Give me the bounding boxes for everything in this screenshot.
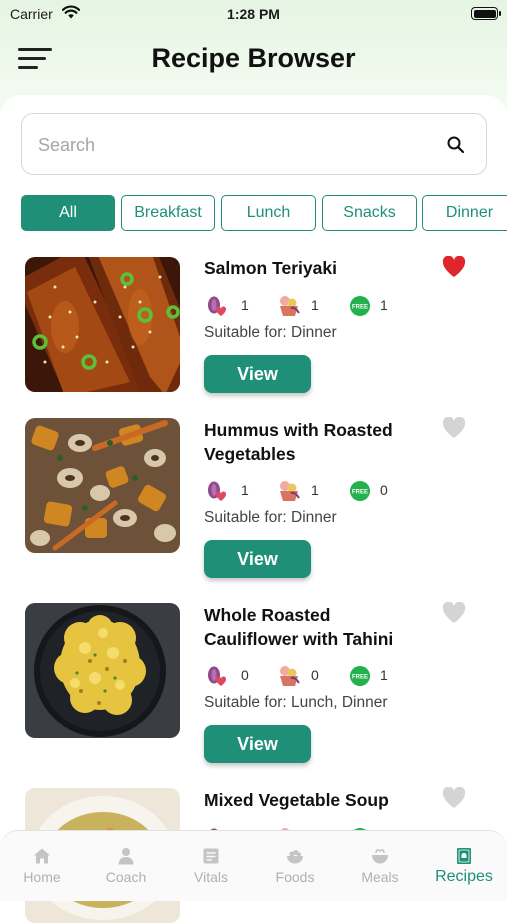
- home-icon: [34, 848, 50, 864]
- stat-value: 1: [241, 482, 249, 498]
- free-badge-text: FREE: [352, 675, 368, 681]
- tab-label: Vitals: [194, 869, 228, 885]
- page-title: Recipe Browser: [151, 43, 356, 73]
- stat-value: 1: [241, 297, 249, 313]
- free-badge-icon: FREE: [350, 666, 370, 686]
- tab-label: Home: [23, 869, 61, 885]
- recipe-title: Mixed Vegetable Soup: [204, 790, 389, 810]
- search-input[interactable]: [36, 128, 440, 162]
- tab-recipes[interactable]: Recipes: [422, 831, 506, 901]
- view-button[interactable]: View: [204, 540, 311, 578]
- free-badge-icon: FREE: [350, 481, 370, 501]
- bean-heart-icon: [208, 481, 227, 501]
- suitable-for-text: Suitable for: Lunch, Dinner: [204, 694, 388, 711]
- battery-icon: [471, 7, 501, 20]
- recipe-title: Whole Roasted Cauliflower with Tahini: [204, 605, 394, 649]
- tab-home[interactable]: Home: [0, 831, 84, 901]
- stat-value: 0: [380, 482, 388, 498]
- recipe-stats: 1 1 FREE 0: [205, 479, 425, 503]
- search-bar: [21, 113, 487, 175]
- search-icon[interactable]: [446, 135, 466, 155]
- status-bar: Carrier 1:28 PM: [0, 0, 507, 30]
- filter-chip-dinner[interactable]: Dinner: [422, 195, 507, 231]
- person-icon: [118, 848, 134, 865]
- recipe-title: Hummus with Roasted Vegetables: [204, 420, 393, 464]
- free-badge-icon: FREE: [350, 296, 370, 316]
- bean-heart-icon: [208, 666, 227, 686]
- food-basket-icon: [280, 666, 300, 686]
- bean-heart-icon: [208, 296, 227, 316]
- meal-icon: [372, 849, 388, 864]
- stat-value: 1: [380, 297, 388, 313]
- stat-value: 1: [311, 297, 319, 313]
- heart-filled-icon[interactable]: [442, 256, 466, 278]
- food-basket-icon: [280, 481, 300, 501]
- free-badge-text: FREE: [352, 305, 368, 311]
- status-time: 1:28 PM: [227, 6, 280, 22]
- tab-label: Recipes: [435, 868, 493, 885]
- food-basket-icon: [280, 296, 300, 316]
- view-button[interactable]: View: [204, 355, 311, 393]
- filter-chip-all[interactable]: All: [21, 195, 115, 231]
- tab-vitals[interactable]: Vitals: [169, 831, 253, 901]
- stat-value: 1: [380, 667, 388, 683]
- recipe-image-salmon-teriyaki[interactable]: [25, 257, 180, 392]
- stat-value: 0: [241, 667, 249, 683]
- recipe-stats: 0 0 FREE 1: [205, 664, 425, 688]
- heart-outline-icon[interactable]: [442, 787, 466, 809]
- filter-chip-snacks[interactable]: Snacks: [322, 195, 417, 231]
- bottom-tab-bar: Home Coach Vitals Foods Meals Recipes: [0, 830, 507, 901]
- filter-chip-breakfast[interactable]: Breakfast: [121, 195, 215, 231]
- suitable-for-text: Suitable for: Dinner: [204, 324, 337, 341]
- free-badge-text: FREE: [352, 490, 368, 496]
- view-button[interactable]: View: [204, 725, 311, 763]
- recipe-image-roasted-cauliflower[interactable]: [25, 603, 180, 738]
- stat-value: 0: [311, 667, 319, 683]
- suitable-for-text: Suitable for: Dinner: [204, 509, 337, 526]
- tab-meals[interactable]: Meals: [338, 831, 422, 901]
- heart-outline-icon[interactable]: [442, 602, 466, 624]
- recipe-image-hummus-roasted-vegetables[interactable]: [25, 418, 180, 553]
- filter-chip-lunch[interactable]: Lunch: [221, 195, 316, 231]
- tab-label: Coach: [105, 869, 147, 885]
- tab-foods[interactable]: Foods: [253, 831, 337, 901]
- tab-label: Foods: [275, 869, 315, 885]
- tab-coach[interactable]: Coach: [84, 831, 168, 901]
- heart-outline-icon[interactable]: [442, 417, 466, 439]
- recipe-book-icon: [457, 848, 471, 864]
- bowl-icon: [287, 850, 303, 864]
- stat-value: 1: [311, 482, 319, 498]
- tab-label: Meals: [361, 869, 399, 885]
- recipe-title: Salmon Teriyaki: [204, 258, 337, 278]
- recipe-stats: 1 1 FREE 1: [205, 294, 425, 318]
- vitals-icon: [203, 848, 219, 864]
